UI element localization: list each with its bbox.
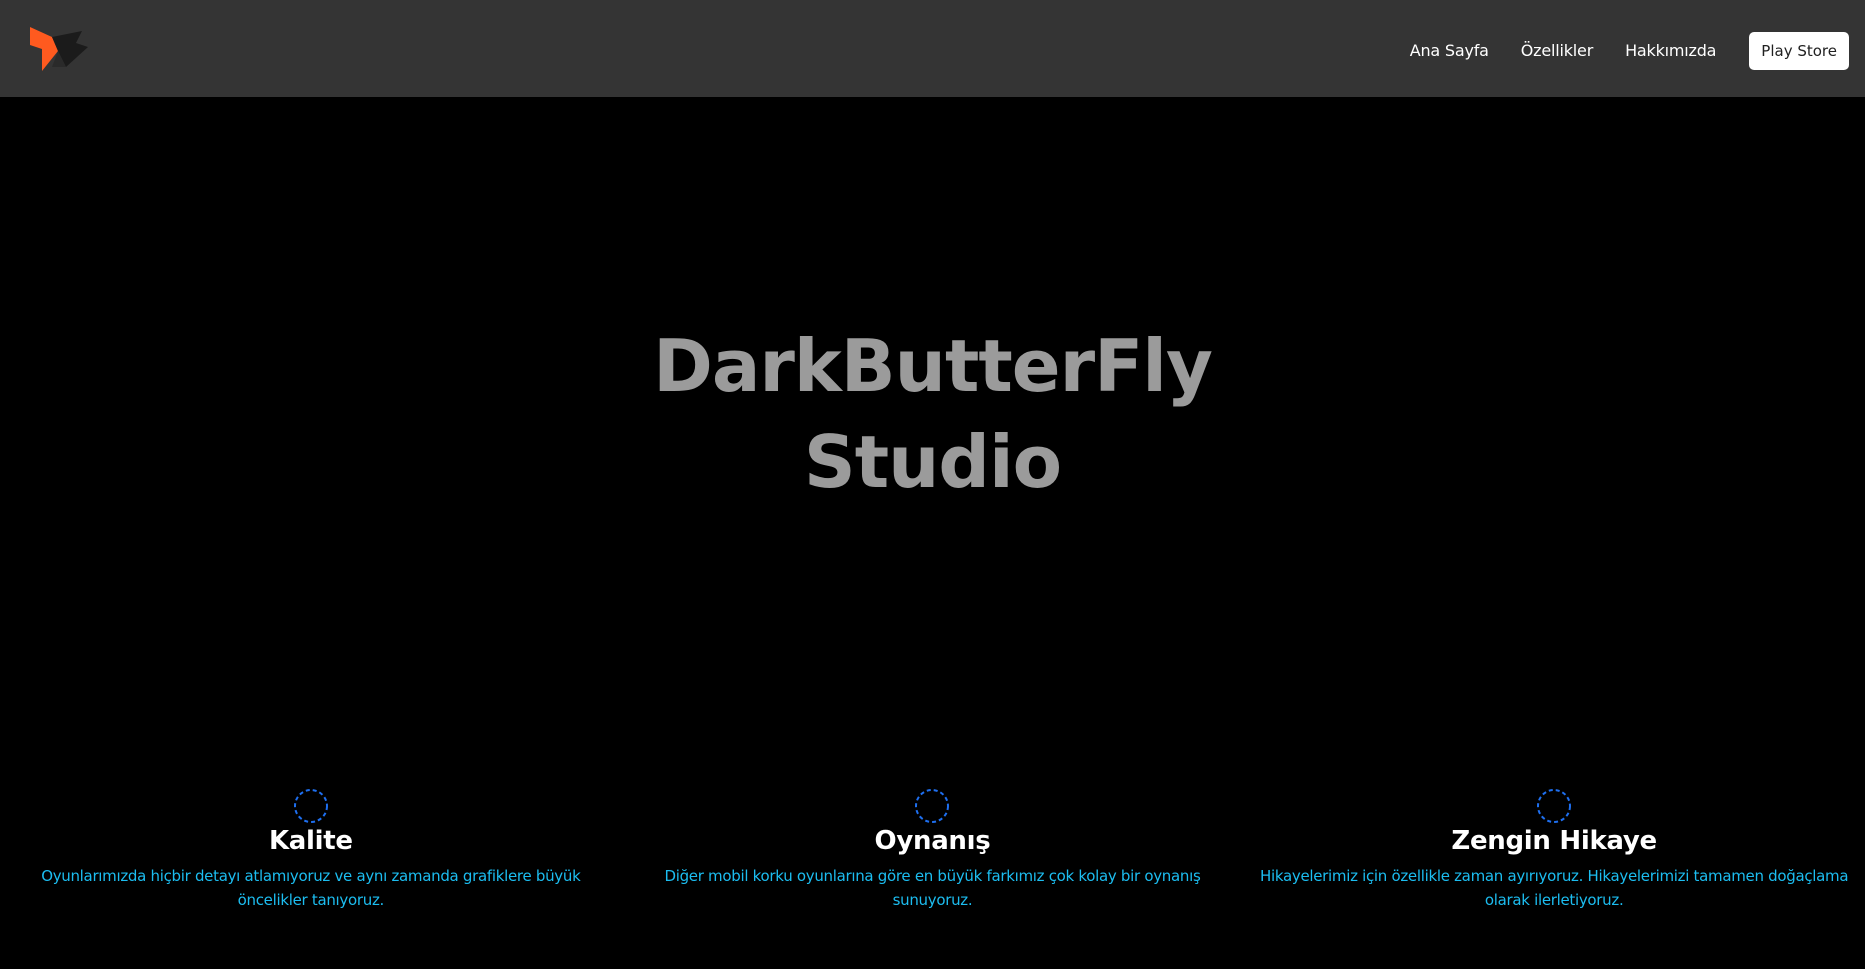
nav-link-hakkimizda[interactable]: Hakkımızda — [1625, 34, 1716, 68]
nav-link-ozellikler[interactable]: Özellikler — [1521, 34, 1594, 68]
feature-description: Oyunlarımızda hiçbir detayı atlamıyoruz … — [41, 867, 581, 909]
hero-title: DarkButterFly Studio — [0, 318, 1865, 510]
feature-description: Hikayelerimiz için özellikle zaman ayırı… — [1260, 867, 1849, 909]
nav-link-ana-sayfa[interactable]: Ana Sayfa — [1410, 34, 1489, 68]
spinner-icon — [1537, 789, 1572, 823]
feature-description: Diğer mobil korku oyunlarına göre en büy… — [664, 867, 1201, 909]
feature-zengin-hikaye: Zengin Hikaye Hikayelerimiz için özellik… — [1243, 788, 1865, 912]
feature-title: Kalite — [268, 826, 353, 856]
feature-oynanis: Oynanış Diğer mobil korku oyunlarına gör… — [622, 788, 1244, 912]
spinner-icon — [915, 789, 950, 823]
feature-kalite: Kalite Oyunlarımızda hiçbir detayı atlam… — [0, 788, 622, 912]
features: Kalite Oyunlarımızda hiçbir detayı atlam… — [0, 788, 1865, 912]
hero-title-line2: Studio — [803, 420, 1062, 504]
page: Ana Sayfa Özellikler Hakkımızda Play Sto… — [0, 0, 1865, 969]
navbar: Ana Sayfa Özellikler Hakkımızda Play Sto… — [0, 0, 1865, 97]
hero-title-line1: DarkButterFly — [653, 324, 1213, 408]
play-store-button[interactable]: Play Store — [1749, 32, 1849, 70]
feature-title: Oynanış — [874, 826, 991, 856]
hero: DarkButterFly Studio — [0, 318, 1865, 510]
nav-links: Ana Sayfa Özellikler Hakkımızda Play Sto… — [1410, 32, 1849, 70]
spinner-icon — [293, 789, 328, 823]
butterfly-logo-icon[interactable] — [30, 27, 88, 71]
feature-title: Zengin Hikaye — [1451, 826, 1657, 856]
